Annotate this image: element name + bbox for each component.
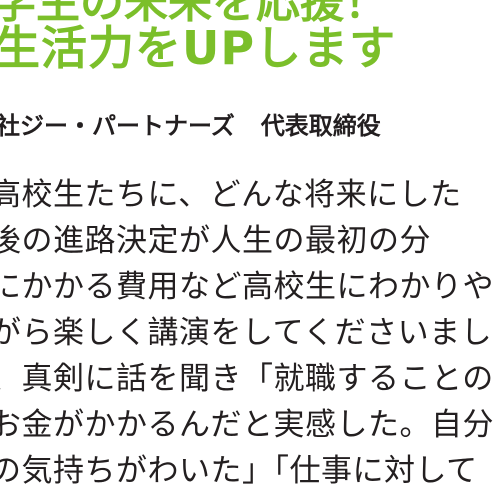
byline-company: 社ジー・パートナーズ [0, 112, 235, 140]
byline-title: 代表取締役 [260, 112, 381, 140]
article-clipping: 学生の未来を応援！ 生活力をUPします 社ジー・パートナーズ 代表取締役 高校生た… [0, 0, 500, 500]
body-line-2: 後の進路決定が人生の最初の分 [0, 223, 431, 259]
body-line-3: にかかる費用など高校生にわかりや [0, 269, 494, 305]
body-line-1: 高校生たちに、どんな将来にした [0, 177, 462, 213]
byline: 社ジー・パートナーズ 代表取締役 [0, 106, 381, 141]
body-line-6: お金がかかるんだと実感した。自分 [0, 407, 494, 443]
headline-main: 生活力をUPします [0, 21, 397, 75]
body-line-5: 、真剣に話を聞き「就職することの [0, 361, 494, 397]
body-line-4: がら楽しく講演をしてくださいまし [0, 315, 493, 351]
article-body: 高校生たちに、どんな将来にした 後の進路決定が人生の最初の分 にかかる費用など高… [0, 172, 494, 494]
body-line-7: の気持ちがわいた」「仕事に対して [0, 453, 478, 489]
